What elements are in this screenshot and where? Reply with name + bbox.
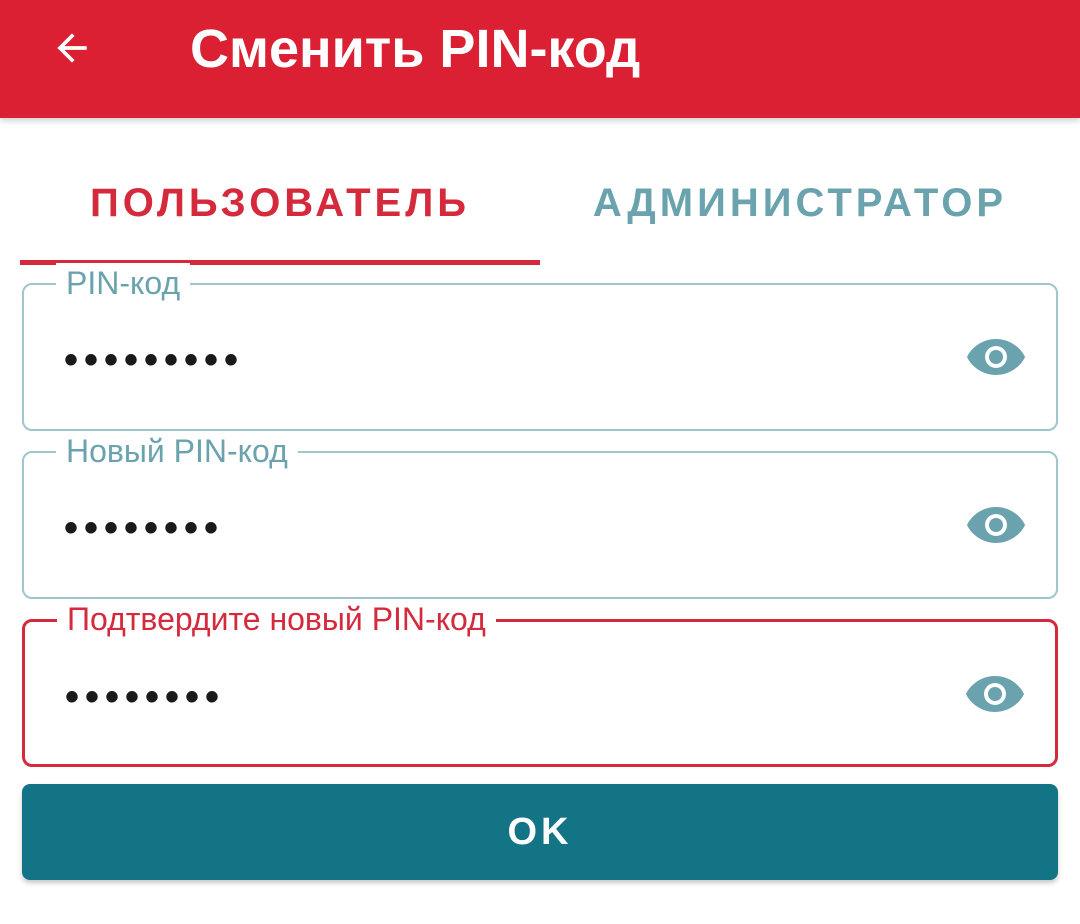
new-pin-input[interactable]: •••••••• — [64, 503, 224, 553]
tab-administrator[interactable]: АДМИНИСТРАТОР — [540, 150, 1060, 265]
new-pin-field[interactable]: Новый PIN-код •••••••• — [22, 431, 1058, 599]
toggle-visibility-button[interactable] — [964, 329, 1028, 385]
arrow-left-icon — [57, 33, 87, 63]
tab-bar: ПОЛЬЗОВАТЕЛЬ АДМИНИСТРАТОР — [20, 150, 1060, 265]
current-pin-input[interactable]: ••••••••• — [64, 335, 244, 385]
current-pin-label: PIN-код — [56, 263, 191, 303]
eye-icon — [967, 507, 1025, 543]
toggle-visibility-button[interactable] — [963, 666, 1027, 722]
confirm-pin-label: Подтвердите новый PIN-код — [57, 599, 496, 639]
ok-button[interactable]: OK — [22, 784, 1058, 880]
current-pin-field[interactable]: PIN-код ••••••••• — [22, 263, 1058, 431]
back-button[interactable] — [44, 20, 100, 76]
eye-icon — [966, 676, 1024, 712]
eye-icon — [967, 339, 1025, 375]
tab-user[interactable]: ПОЛЬЗОВАТЕЛЬ — [20, 150, 540, 265]
toggle-visibility-button[interactable] — [964, 497, 1028, 553]
confirm-pin-field[interactable]: Подтвердите новый PIN-код •••••••• — [22, 599, 1058, 767]
page-title: Сменить PIN-код — [190, 19, 641, 79]
app-bar: Сменить PIN-код — [0, 0, 1080, 118]
confirm-pin-input[interactable]: •••••••• — [65, 672, 225, 722]
new-pin-label: Новый PIN-код — [56, 431, 298, 471]
